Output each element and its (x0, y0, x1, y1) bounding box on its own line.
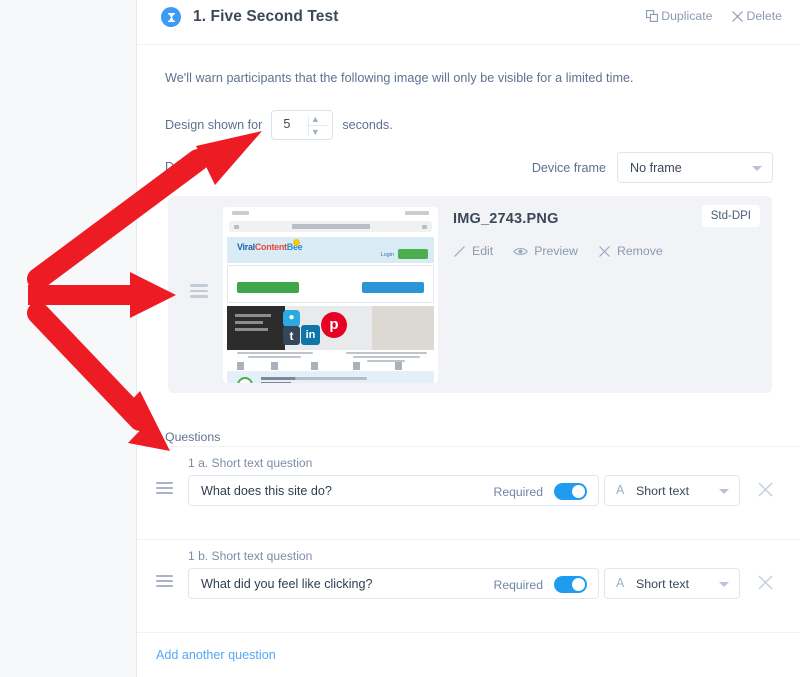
eye-icon (513, 245, 528, 258)
remove-label: Remove (617, 244, 663, 258)
browser-toolbar (223, 359, 438, 373)
preview-button[interactable]: Preview (513, 244, 578, 258)
duration-stepper[interactable]: 5 ▲ ▼ (271, 110, 333, 140)
questions-divider-top (137, 446, 800, 447)
stepper-arrows[interactable]: ▲ ▼ (304, 115, 326, 137)
bee-icon (293, 239, 300, 246)
pencil-icon (453, 245, 466, 258)
edit-button[interactable]: Edit (453, 244, 493, 258)
drag-handle-icon[interactable] (190, 284, 208, 298)
hourglass-icon (161, 7, 181, 27)
question-text-value: What did you feel like clicking? (201, 577, 373, 591)
chevron-down-icon (719, 489, 729, 494)
linkedin-icon: in (301, 325, 320, 345)
asset-filename: IMG_2743.PNG (453, 211, 559, 227)
question-type-select[interactable]: A Short text (604, 475, 740, 506)
delete-label: Delete (746, 9, 782, 23)
dpi-badge[interactable]: Std-DPI (702, 205, 760, 227)
duplicate-icon (646, 10, 659, 23)
question-number: 1 a. Short text question (188, 456, 312, 470)
page-gutter (0, 0, 137, 677)
chevron-down-icon[interactable]: ▼ (304, 128, 326, 137)
device-frame-select[interactable]: No frame (617, 152, 773, 183)
duplicate-label: Duplicate (661, 9, 712, 23)
site-cta-right (362, 282, 424, 293)
duration-row: Design shown for 5 ▲ ▼ seconds. (165, 110, 393, 140)
screenshot-root: 1. Five Second Test Duplicate (0, 0, 800, 677)
preview-label: Preview (534, 244, 578, 258)
required-toggle[interactable] (554, 576, 587, 593)
chevron-down-icon (719, 582, 729, 587)
site-navbar: ViralContentBee Login (227, 237, 434, 263)
questions-divider-bottom (137, 632, 800, 633)
questions-divider-mid (137, 539, 800, 540)
duration-label: Design shown for (165, 118, 262, 132)
warning-blurb: We'll warn participants that the followi… (165, 71, 634, 85)
required-label: Required (494, 578, 543, 592)
phone-status-bar (223, 211, 438, 218)
phone-screenshot-mock: ViralContentBee Login ● t (223, 207, 438, 383)
question-type-value: Short text (636, 577, 689, 591)
site-hero (227, 265, 434, 303)
close-icon (731, 10, 744, 23)
design-asset-card: ViralContentBee Login ● t (168, 196, 772, 393)
page-title: 1. Five Second Test (193, 8, 338, 26)
site-register-button (398, 249, 428, 259)
duration-value: 5 (283, 117, 290, 131)
edit-label: Edit (472, 244, 493, 258)
home-indicator (295, 377, 367, 380)
pinterest-icon: p (321, 312, 347, 338)
remove-question-button[interactable] (757, 481, 774, 503)
question-text-value: What does this site do? (201, 484, 332, 498)
duration-suffix: seconds. (342, 118, 392, 132)
site-login-link: Login (381, 252, 394, 258)
device-frame-label: Device frame (532, 161, 606, 175)
header-divider (137, 44, 800, 45)
add-another-question-link[interactable]: Add another question (156, 648, 276, 662)
design-label: Desi (165, 160, 190, 174)
remove-question-button[interactable] (757, 574, 774, 596)
question-number: 1 b. Short text question (188, 549, 312, 563)
site-cta-left (237, 282, 299, 293)
drag-handle-icon[interactable] (156, 575, 173, 588)
card-header: 1. Five Second Test Duplicate (137, 0, 800, 45)
close-icon (598, 245, 611, 258)
remove-button[interactable]: Remove (598, 244, 663, 258)
text-type-icon: A (616, 576, 624, 590)
required-toggle[interactable] (554, 483, 587, 500)
twitter-icon: ● (283, 310, 300, 327)
device-frame-value: No frame (630, 161, 682, 175)
questions-section-label: Questions (165, 430, 220, 444)
five-second-test-card: 1. Five Second Test Duplicate (137, 0, 800, 677)
delete-button[interactable]: Delete (731, 9, 782, 23)
chevron-down-icon (752, 166, 762, 171)
header-actions: Duplicate Delete (646, 9, 782, 23)
question-type-select[interactable]: A Short text (604, 568, 740, 599)
asset-actions: Edit Preview (453, 244, 663, 258)
social-collage: ● t in p (227, 306, 434, 350)
question-text-input[interactable]: What does this site do? Required (188, 475, 599, 506)
question-type-value: Short text (636, 484, 689, 498)
stepper-arrow-divider (306, 125, 328, 126)
design-thumbnail[interactable]: ViralContentBee Login ● t (223, 207, 438, 383)
device-frame-row: Device frame No frame (532, 152, 773, 183)
chevron-up-icon[interactable]: ▲ (304, 115, 326, 124)
question-text-input[interactable]: What did you feel like clicking? Require… (188, 568, 599, 599)
duplicate-button[interactable]: Duplicate (646, 9, 712, 23)
browser-url-bar (229, 221, 432, 232)
drag-handle-icon[interactable] (156, 482, 173, 495)
required-label: Required (494, 485, 543, 499)
tumblr-icon: t (283, 326, 300, 345)
text-type-icon: A (616, 483, 624, 497)
